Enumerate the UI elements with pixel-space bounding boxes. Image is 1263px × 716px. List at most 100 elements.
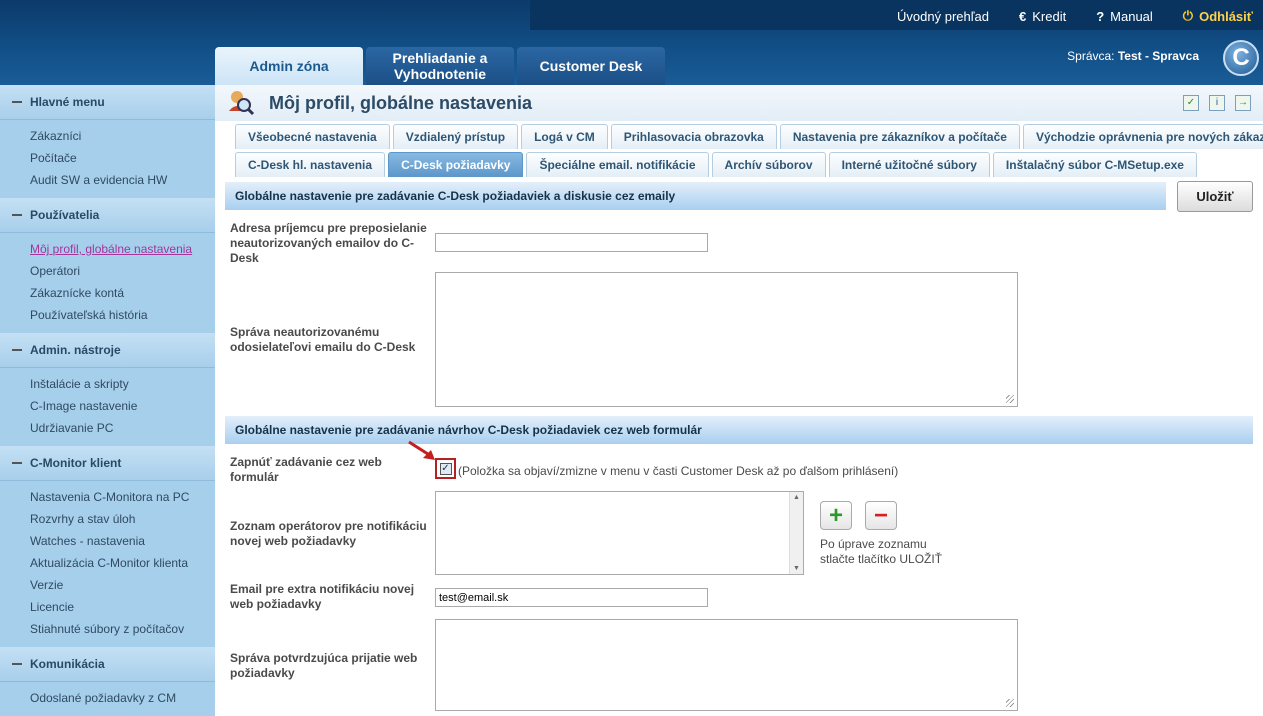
checkmark-icon: ✓ [439, 462, 452, 475]
export-doc-icon[interactable]: → [1235, 95, 1251, 111]
user-info: Správca: Test - Spravca [1067, 49, 1199, 63]
recipient-label: Adresa príjemcu pre preposielanie neauto… [230, 221, 427, 265]
sidebar-section-head[interactable]: C-Monitor klient [0, 446, 215, 481]
sidebar-item-verzie[interactable]: Verzie [0, 574, 215, 596]
unauth-message-textarea[interactable] [435, 272, 1018, 407]
extra-email-label: Email pre extra notifikáciu novej web po… [230, 582, 415, 611]
sidebar-section-title: Používatelia [30, 208, 100, 222]
operators-note: Po úprave zoznamu stlačte tlačítko ULOŽI… [820, 537, 943, 566]
overview-link-label: Úvodný prehľad [897, 8, 989, 24]
resize-grip-icon[interactable] [1006, 699, 1014, 707]
sidebar-section-head[interactable]: Hlavné menu [0, 85, 215, 120]
collapse-icon [12, 101, 22, 103]
logout-link[interactable]: ⏻ Odhlásiť [1183, 8, 1253, 24]
info-doc-icon[interactable]: i [1209, 95, 1225, 111]
sidebar-item-watches[interactable]: Watches - nastavenia [0, 530, 215, 552]
operators-label: Zoznam operátorov pre notifikáciu novej … [230, 519, 427, 548]
section-web-header: Globálne nastavenie pre zadávanie návrho… [225, 416, 1253, 444]
listbox-scrollbar[interactable] [789, 492, 803, 574]
sidebar-item-profil[interactable]: Môj profil, globálne nastavenia [0, 238, 215, 260]
tab-prehliadanie[interactable]: Prehliadanie a Vyhodnotenie [366, 47, 514, 85]
extra-email-input[interactable] [435, 588, 708, 607]
credit-link-label: Kredit [1032, 8, 1067, 24]
tab-specialne-notifikacie[interactable]: Špeciálne email. notifikácie [526, 152, 709, 177]
manual-link[interactable]: ? Manual [1096, 8, 1153, 24]
enable-web-label: Zapnúť zadávanie cez web formulár [230, 455, 382, 484]
user-name: Test - Spravca [1117, 49, 1199, 63]
resize-grip-icon[interactable] [1006, 395, 1014, 403]
profile-search-icon [227, 89, 255, 117]
user-prefix: Správca: [1067, 49, 1115, 63]
sidebar-item-udrziavanie[interactable]: Udržiavanie PC [0, 417, 215, 439]
sidebar-item-audit[interactable]: Audit SW a evidencia HW [0, 169, 215, 191]
recipient-email-input[interactable] [435, 233, 708, 252]
sidebar-item-historia[interactable]: Používateľská história [0, 304, 215, 326]
sidebar-section-title: Hlavné menu [30, 95, 105, 109]
unauth-message-label: Správa neautorizovanému odosielateľovi e… [230, 325, 416, 354]
top-header: Úvodný prehľad € Kredit ? Manual ⏻ Odhlásiť… [0, 0, 1263, 85]
overview-link[interactable]: Úvodný prehľad [897, 8, 989, 24]
sidebar: Hlavné menu Zákazníci Počítače Audit SW … [0, 85, 215, 716]
confirm-message-label: Správa potvrdzujúca prijatie web požiada… [230, 651, 418, 680]
tab-cdesk-hl[interactable]: C-Desk hl. nastavenia [235, 152, 386, 177]
check-doc-icon[interactable]: ✓ [1183, 95, 1199, 111]
sidebar-item-zakaznici[interactable]: Zákazníci [0, 125, 215, 147]
tab-instalacny-subor[interactable]: Inštalačný súbor C-MSetup.exe [992, 152, 1197, 177]
c-logo-icon[interactable]: C [1223, 40, 1259, 76]
tab-admin-zona[interactable]: Admin zóna [215, 47, 363, 85]
top-links: Úvodný prehľad € Kredit ? Manual ⏻ Odhlásiť [867, 8, 1253, 24]
sidebar-section-head[interactable]: Admin. nástroje [0, 333, 215, 368]
sidebar-section-title: Admin. nástroje [30, 343, 121, 357]
sidebar-item-aktualizacia[interactable]: Aktualizácia C-Monitor klienta [0, 552, 215, 574]
tab-zakaznici-pocitace[interactable]: Nastavenia pre zákazníkov a počítače [779, 124, 1020, 149]
save-button[interactable]: Uložiť [1177, 181, 1253, 212]
main-content: Môj profil, globálne nastavenia ✓ i → Vš… [215, 85, 1263, 716]
credit-link[interactable]: € Kredit [1019, 8, 1066, 24]
sidebar-item-operatori[interactable]: Operátori [0, 260, 215, 282]
tab-cdesk-poziadavky[interactable]: C-Desk požiadavky [388, 152, 524, 177]
collapse-icon [12, 663, 22, 665]
logout-link-label: Odhlásiť [1199, 8, 1253, 24]
enable-web-checkbox[interactable]: ✓ [435, 458, 456, 479]
sidebar-item-licencie[interactable]: Licencie [0, 596, 215, 618]
power-icon: ⏻ [1182, 8, 1194, 23]
sidebar-section-title: C-Monitor klient [30, 456, 122, 470]
confirm-message-textarea[interactable] [435, 619, 1018, 711]
sidebar-item-subory[interactable]: Stiahnuté súbory z počítačov [0, 618, 215, 640]
collapse-icon [12, 214, 22, 216]
tab-archiv[interactable]: Archív súborov [711, 152, 826, 177]
manual-link-label: Manual [1110, 8, 1153, 24]
sidebar-item-odoslane[interactable]: Odoslané požiadavky z CM [0, 687, 215, 709]
tab-prihlasovacia[interactable]: Prihlasovacia obrazovka [610, 124, 777, 149]
sidebar-item-instalacie[interactable]: Inštalácie a skripty [0, 373, 215, 395]
euro-icon: € [1019, 8, 1027, 24]
enable-web-note: (Položka sa objaví/zmizne v menu v časti… [458, 464, 899, 478]
collapse-icon [12, 349, 22, 351]
title-actions: ✓ i → [1183, 95, 1251, 111]
title-bar: Môj profil, globálne nastavenia ✓ i → [215, 85, 1263, 121]
add-operator-button[interactable]: + [820, 501, 852, 530]
sidebar-item-nastavenia-cm[interactable]: Nastavenia C-Monitora na PC [0, 486, 215, 508]
sidebar-section-title: Komunikácia [30, 657, 105, 671]
tab-customer-desk[interactable]: Customer Desk [517, 47, 665, 85]
tab-row-2: C-Desk hl. nastavenia C-Desk požiadavky … [215, 150, 1263, 177]
sidebar-item-konta[interactable]: Zákaznícke kontá [0, 282, 215, 304]
sidebar-section-head[interactable]: Komunikácia [0, 647, 215, 682]
operators-listbox[interactable] [435, 491, 804, 575]
tab-loga[interactable]: Logá v CM [521, 124, 608, 149]
tab-row-1: Všeobecné nastavenia Vzdialený prístup L… [215, 122, 1263, 149]
sidebar-item-rozvrhy[interactable]: Rozvrhy a stav úloh [0, 508, 215, 530]
collapse-icon [12, 462, 22, 464]
help-icon: ? [1096, 8, 1105, 24]
main-tabs: Admin zóna Prehliadanie a Vyhodnotenie C… [215, 47, 665, 85]
tab-opravnenia[interactable]: Východzie oprávnenia pre nových zákazník… [1022, 124, 1263, 149]
sidebar-item-c-image[interactable]: C-Image nastavenie [0, 395, 215, 417]
tab-interne-subory[interactable]: Interné užitočné súbory [828, 152, 990, 177]
sidebar-item-pocitace[interactable]: Počítače [0, 147, 215, 169]
tab-vzdialeny[interactable]: Vzdialený prístup [392, 124, 519, 149]
remove-operator-button[interactable]: − [865, 501, 897, 530]
sidebar-section-head[interactable]: Používatelia [0, 198, 215, 233]
page-title: Môj profil, globálne nastavenia [269, 92, 533, 113]
section-email-header: Globálne nastavenie pre zadávanie C-Desk… [225, 182, 1166, 210]
tab-vseobecne[interactable]: Všeobecné nastavenia [235, 124, 390, 149]
